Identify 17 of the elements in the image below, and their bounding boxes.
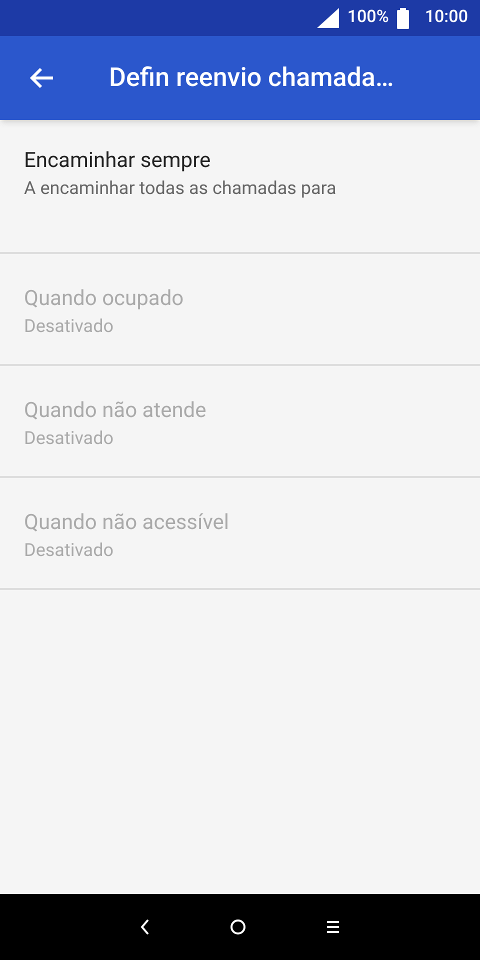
- row-summary: Desativado: [24, 427, 114, 451]
- clock: 10:00: [424, 6, 468, 30]
- row-title: Quando não atende: [24, 398, 208, 425]
- row-title: Quando ocupado: [24, 286, 185, 313]
- settings-row[interactable]: Encaminhar sempre A encaminhar todas as chamadas para: [0, 120, 480, 254]
- screen-title: Defin reenvio chamada…: [109, 62, 394, 94]
- row-summary: Desativado: [24, 539, 114, 563]
- row-summary: A encaminhar todas as chamadas para: [24, 177, 338, 201]
- signal-icon: [317, 8, 340, 28]
- back-icon[interactable]: [140, 919, 150, 935]
- row-summary: Desativado: [24, 315, 114, 339]
- home-icon[interactable]: [230, 919, 246, 935]
- row-title: Encaminhar sempre: [24, 148, 212, 175]
- battery-percent: 100%: [347, 6, 389, 30]
- battery-icon: [396, 8, 409, 28]
- menu-icon[interactable]: [326, 920, 340, 934]
- row-title: Quando não acessível: [24, 510, 230, 537]
